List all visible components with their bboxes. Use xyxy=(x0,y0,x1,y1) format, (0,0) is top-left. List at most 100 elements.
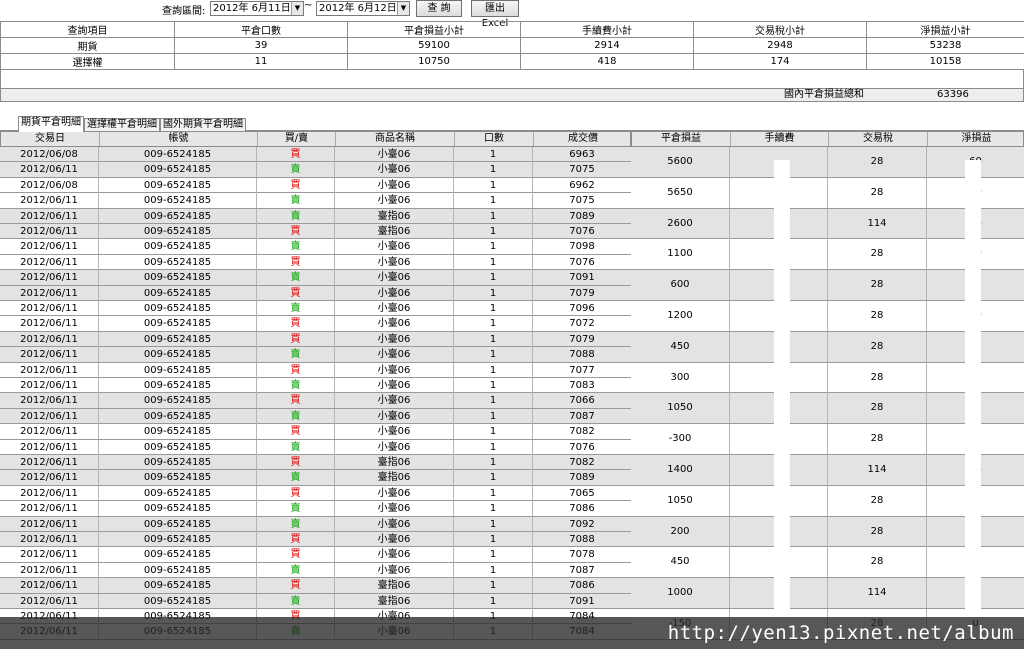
trade-cell-product: 小臺06 xyxy=(335,393,454,409)
summary-header-cell: 平倉口數 xyxy=(174,21,348,38)
header-product-name: 商品名稱 xyxy=(336,132,455,146)
pnl-cell-gain: 200 xyxy=(631,516,730,547)
trade-cell-date: 2012/06/11 xyxy=(0,193,99,209)
trade-cell-price: 7072 xyxy=(569,318,595,330)
trade-cell-product: 小臺06 xyxy=(335,378,454,393)
watermark-text: http://yen13.pixnet.net/album xyxy=(667,622,1014,644)
pnl-cell-gain: 2600 xyxy=(631,208,730,239)
trade-cell-qty: 1 xyxy=(454,301,533,316)
trade-cell-product: 小臺06 xyxy=(335,347,454,363)
trade-cell-qty: 1 xyxy=(454,439,533,455)
trade-cell-product: 小臺06 xyxy=(335,285,454,301)
trade-cell-product: 小臺06 xyxy=(335,177,454,193)
chevron-down-icon[interactable]: ▼ xyxy=(291,2,303,15)
trade-cell-product: 小臺06 xyxy=(335,239,454,255)
trade-cell-date: 2012/06/08 xyxy=(0,147,99,162)
trade-row: 2012/06/11 009-6524185 賣小臺06 1 7098 xyxy=(0,239,631,255)
trade-cell-side: 賣 xyxy=(257,347,335,363)
summary-header-cell: 交易稅小計 xyxy=(693,21,867,38)
trade-cell-price: 7088 xyxy=(569,349,595,361)
trade-row: 2012/06/11 009-6524185 賣小臺06 1 7091 xyxy=(0,270,631,286)
trade-cell-product: 小臺06 xyxy=(335,424,454,440)
trade-cell-price: 7096 xyxy=(569,303,595,314)
summary-header-row: 查詢項目 平倉口數 平倉損益小計 手續費小計 交易稅小計 淨損益小計 xyxy=(0,21,1024,38)
trade-cell-date: 2012/06/11 xyxy=(0,285,99,301)
watermark-bar: http://yen13.pixnet.net/album xyxy=(0,617,1024,649)
pnl-cell-tax: 28 xyxy=(828,331,927,362)
trade-cell-product: 小臺06 xyxy=(335,301,454,316)
trade-cell-acct: 009-6524185 xyxy=(99,593,257,609)
date-range-label: 查詢區間: xyxy=(162,6,206,17)
trade-cell-price: 7088 xyxy=(569,534,595,545)
query-button[interactable]: 查 詢 xyxy=(416,0,462,17)
pnl-cell-tax: 28 xyxy=(828,239,927,270)
trade-cell-date: 2012/06/11 xyxy=(0,408,99,424)
pnl-cell-tax: 28 xyxy=(828,547,927,578)
summary-row-options: 選擇權 11 10750 418 174 10158 xyxy=(0,53,1024,70)
trade-cell-date: 2012/06/11 xyxy=(0,439,99,455)
trade-cell-acct: 009-6524185 xyxy=(99,424,257,440)
trade-cell-date: 2012/06/11 xyxy=(0,378,99,393)
trade-cell-date: 2012/06/11 xyxy=(0,516,99,532)
pnl-cell-gain: 1100 xyxy=(631,239,730,270)
trade-row: 2012/06/11 009-6524185 賣小臺06 1 7075 xyxy=(0,162,631,178)
trade-cell-product: 小臺06 xyxy=(335,485,454,501)
trade-cell-acct: 009-6524185 xyxy=(99,562,257,578)
trade-row: 2012/06/11 009-6524185 賣小臺06 1 7075 xyxy=(0,193,631,209)
trade-cell-product: 小臺06 xyxy=(335,439,454,455)
pnl-cell-gain: 1000 xyxy=(631,578,730,609)
end-date-value: 2012年 6月12日 xyxy=(319,3,397,14)
trade-cell-price: 7092 xyxy=(569,518,595,530)
trade-cell-acct: 009-6524185 xyxy=(99,362,257,378)
summary-table: 查詢項目 平倉口數 平倉損益小計 手續費小計 交易稅小計 淨損益小計 期貨 39… xyxy=(0,21,1024,70)
trade-cell-side: 賣 xyxy=(257,562,335,578)
trade-cell-price: 7065 xyxy=(569,487,595,499)
header-account: 帳號 xyxy=(100,132,258,146)
trade-cell-date: 2012/06/11 xyxy=(0,501,99,517)
chevron-down-icon[interactable]: ▼ xyxy=(397,2,409,15)
trade-cell-qty: 1 xyxy=(454,362,533,378)
trade-cell-acct: 009-6524185 xyxy=(99,547,257,563)
trade-cell-qty: 1 xyxy=(454,424,533,440)
tab-futures-detail[interactable]: 期貨平倉明細 xyxy=(18,116,84,132)
trade-cell-price: 6963 xyxy=(569,149,595,160)
export-excel-button[interactable]: 匯出Excel xyxy=(471,0,519,29)
pnl-header-row: 平倉損益 手續費 交易稅 淨損益 xyxy=(631,131,1024,147)
trade-row: 2012/06/11 009-6524185 買臺指06 1 7082 xyxy=(0,455,631,471)
trade-cell-acct: 009-6524185 xyxy=(99,532,257,547)
trade-cell-acct: 009-6524185 xyxy=(99,516,257,532)
trade-cell-product: 小臺06 xyxy=(335,362,454,378)
tab-options-detail[interactable]: 選擇權平倉明細 xyxy=(84,118,160,132)
domestic-total-bar: 國內平倉損益總和 63396 xyxy=(0,88,1024,102)
trade-cell-side: 買 xyxy=(257,224,335,239)
trade-cell-side: 賣 xyxy=(257,193,335,209)
trade-cell-side: 買 xyxy=(257,254,335,270)
tab-foreign-futures-detail[interactable]: 國外期貨平倉明細 xyxy=(160,118,246,132)
trade-cell-qty: 1 xyxy=(454,162,533,178)
trade-cell-price: 7089 xyxy=(569,472,595,484)
trade-cell-qty: 1 xyxy=(454,331,533,347)
summary-header-cell: 平倉損益小計 xyxy=(347,21,521,38)
trade-cell-date: 2012/06/11 xyxy=(0,316,99,332)
trade-cell-acct: 009-6524185 xyxy=(99,485,257,501)
trade-cell-date: 2012/06/11 xyxy=(0,424,99,440)
start-date-picker[interactable]: 2012年 6月11日 ▼ xyxy=(210,1,304,16)
trade-cell-side: 賣 xyxy=(257,408,335,424)
trade-cell-date: 2012/06/11 xyxy=(0,470,99,486)
trade-row: 2012/06/08 009-6524185 買小臺06 1 6962 xyxy=(0,177,631,194)
trade-cell-price: 7086 xyxy=(569,580,595,592)
domestic-total-label: 國內平倉損益總和 xyxy=(784,89,864,100)
trade-cell-side: 買 xyxy=(257,316,335,332)
pnl-cell-tax: 114 xyxy=(828,578,927,609)
pnl-cell-tax: 28 xyxy=(828,147,927,177)
trade-cell-product: 臺指06 xyxy=(335,470,454,486)
trade-cell-qty: 1 xyxy=(454,254,533,270)
summary-cell: 418 xyxy=(520,53,694,70)
trade-cell-date: 2012/06/11 xyxy=(0,254,99,270)
trade-cell-product: 小臺06 xyxy=(335,147,454,162)
trade-cell-side: 賣 xyxy=(257,162,335,178)
redaction-fee xyxy=(774,160,790,620)
trade-cell-qty: 1 xyxy=(454,270,533,286)
end-date-picker[interactable]: 2012年 6月12日 ▼ xyxy=(316,1,410,16)
trade-cell-date: 2012/06/11 xyxy=(0,485,99,501)
